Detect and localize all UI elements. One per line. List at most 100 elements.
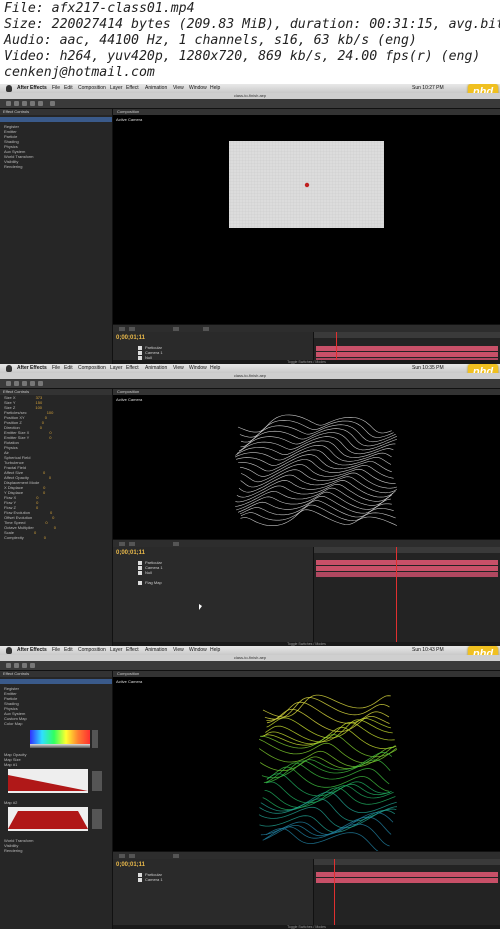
map-curve-editor-2[interactable] [0, 805, 112, 833]
video-line: Video: h264, yuv420p, 1280x720, 869 kb/s… [4, 49, 481, 64]
magnification-icon[interactable] [119, 327, 125, 331]
selected-effect-row[interactable] [0, 679, 112, 684]
layer-row[interactable]: Null [138, 570, 152, 575]
camera-view-icon[interactable] [173, 327, 179, 331]
menu-file[interactable]: File [52, 646, 60, 655]
menu-animation[interactable]: Animation [145, 84, 167, 93]
param-row[interactable]: Complexity 0 [0, 535, 112, 540]
menu-file[interactable]: File [52, 364, 60, 373]
menu-view[interactable]: View [173, 364, 184, 373]
menu-app[interactable]: After Effects [17, 84, 47, 93]
camera-view-icon[interactable] [173, 542, 179, 546]
menu-animation[interactable]: Animation [145, 364, 167, 373]
playhead[interactable] [334, 859, 335, 925]
selection-tool-icon[interactable] [6, 381, 11, 386]
layer-row[interactable]: Flag Map [138, 580, 162, 585]
apple-icon[interactable] [6, 365, 12, 372]
rotate-tool-icon[interactable] [30, 101, 35, 106]
selected-effect-row[interactable] [0, 117, 112, 122]
playhead[interactable] [396, 547, 397, 643]
magnification-icon[interactable] [119, 854, 125, 858]
time-ruler[interactable] [314, 332, 500, 338]
hand-tool-icon[interactable] [14, 381, 19, 386]
menu-composition[interactable]: Composition [78, 84, 106, 93]
menu-edit[interactable]: Edit [64, 364, 73, 373]
layer-bar[interactable] [316, 572, 498, 577]
menu-app[interactable]: After Effects [17, 646, 47, 655]
color-map-tools[interactable] [92, 730, 98, 748]
layer-bar[interactable] [316, 352, 498, 357]
zoom-tool-icon[interactable] [22, 663, 27, 668]
layer-bar[interactable] [316, 872, 498, 877]
effect-controls-tab[interactable]: Effect Controls [0, 109, 112, 115]
views-icon[interactable] [203, 327, 209, 331]
menu-view[interactable]: View [173, 646, 184, 655]
menu-window[interactable]: Window [189, 646, 207, 655]
param-row[interactable]: Color Map [0, 721, 112, 726]
color-gradient-bar[interactable] [30, 730, 90, 744]
layer-bar[interactable] [316, 346, 498, 351]
menu-help[interactable]: Help [210, 646, 220, 655]
menu-effect[interactable]: Effect [126, 364, 139, 373]
timeline-status: Toggle Switches / Modes [113, 642, 500, 646]
camera-tool-icon[interactable] [38, 381, 43, 386]
menu-composition[interactable]: Composition [78, 364, 106, 373]
menu-layer[interactable]: Layer [110, 364, 123, 373]
map-curve-editor-1[interactable] [0, 767, 112, 795]
effect-controls-tab[interactable]: Effect Controls [0, 671, 112, 677]
camera-view-icon[interactable] [173, 854, 179, 858]
hand-tool-icon[interactable] [14, 101, 19, 106]
resolution-icon[interactable] [129, 327, 135, 331]
menu-help[interactable]: Help [210, 364, 220, 373]
timecode[interactable]: 0;00;01;11 [116, 335, 145, 341]
menu-layer[interactable]: Layer [110, 646, 123, 655]
menu-view[interactable]: View [173, 84, 184, 93]
time-graph[interactable] [314, 859, 500, 925]
hand-tool-icon[interactable] [14, 663, 19, 668]
selection-tool-icon[interactable] [6, 101, 11, 106]
menu-effect[interactable]: Effect [126, 84, 139, 93]
timecode[interactable]: 0;00;01;11 [116, 862, 145, 868]
menu-window[interactable]: Window [189, 84, 207, 93]
zoom-tool-icon[interactable] [22, 101, 27, 106]
menu-composition[interactable]: Composition [78, 646, 106, 655]
param-row[interactable]: Rendering [0, 164, 112, 169]
layer-bar[interactable] [316, 566, 498, 571]
layer-bar[interactable] [316, 878, 498, 883]
menu-app[interactable]: After Effects [17, 364, 47, 373]
zoom-tool-icon[interactable] [22, 381, 27, 386]
menu-window[interactable]: Window [189, 364, 207, 373]
layer-bar[interactable] [316, 560, 498, 565]
resolution-icon[interactable] [129, 542, 135, 546]
menu-edit[interactable]: Edit [64, 84, 73, 93]
rotate-tool-icon[interactable] [30, 663, 35, 668]
apple-icon[interactable] [6, 647, 12, 654]
layer-row[interactable]: Camera 1 [138, 877, 163, 882]
pen-tool-icon[interactable] [50, 101, 55, 106]
menubar-clock: Sun 10:35 PM [412, 365, 444, 371]
timeline-status: Toggle Switches / Modes [113, 925, 500, 929]
menu-file[interactable]: File [52, 84, 60, 93]
camera-tool-icon[interactable] [38, 101, 43, 106]
time-ruler[interactable] [314, 547, 500, 553]
time-ruler[interactable] [314, 859, 500, 865]
menu-effect[interactable]: Effect [126, 646, 139, 655]
resolution-icon[interactable] [129, 854, 135, 858]
param-row[interactable]: Rendering [0, 848, 112, 853]
magnification-icon[interactable] [119, 542, 125, 546]
time-graph[interactable] [314, 547, 500, 643]
menu-help[interactable]: Help [210, 84, 220, 93]
rotate-tool-icon[interactable] [30, 381, 35, 386]
effect-controls-panel: Effect Controls Register Emitter Particl… [0, 109, 113, 364]
timecode[interactable]: 0;00;01;11 [116, 550, 145, 556]
composition-viewer[interactable]: Composition Active Camera [113, 109, 500, 324]
composition-viewer[interactable]: Composition Active Camera [113, 671, 500, 851]
apple-icon[interactable] [6, 85, 12, 92]
menu-edit[interactable]: Edit [64, 646, 73, 655]
menu-animation[interactable]: Animation [145, 646, 167, 655]
selection-tool-icon[interactable] [6, 663, 11, 668]
composition-viewer[interactable]: Composition Active Camera [113, 389, 500, 539]
color-map-editor[interactable] [22, 728, 98, 750]
menu-layer[interactable]: Layer [110, 84, 123, 93]
layer-name: Flag Map [145, 580, 162, 585]
